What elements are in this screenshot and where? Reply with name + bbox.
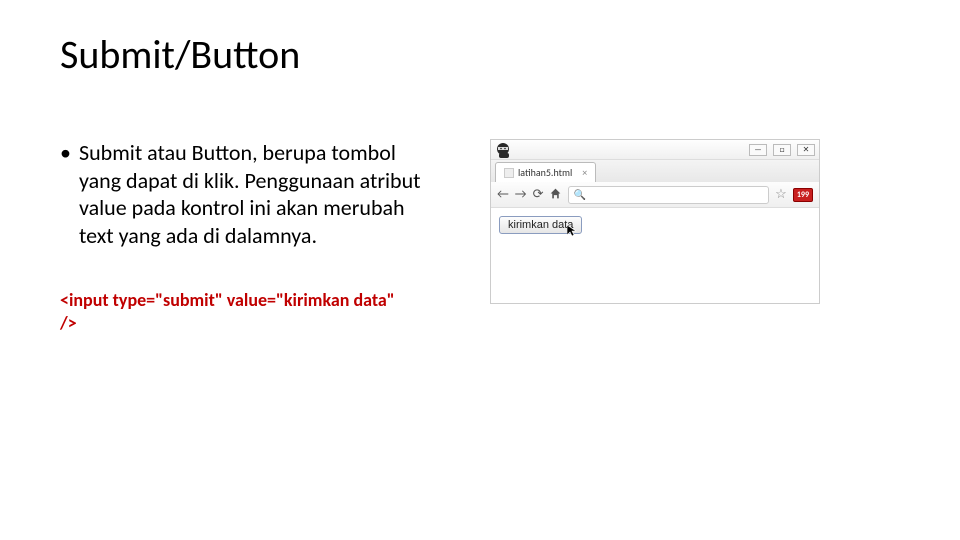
reload-icon[interactable]: ⟳ [533, 188, 544, 201]
bullet-dot-icon: • [60, 139, 71, 249]
close-button[interactable]: ✕ [797, 144, 815, 156]
bookmark-icon[interactable]: ☆ [775, 187, 787, 202]
app-icon [495, 141, 515, 159]
tab-close-icon[interactable]: × [582, 166, 587, 179]
forward-icon[interactable]: → [515, 188, 527, 201]
submit-button[interactable]: kirimkan data [499, 216, 582, 234]
left-column: • Submit atau Button, berupa tombol yang… [60, 139, 440, 336]
code-line-1: <input type="submit" value="kirimkan dat… [60, 289, 440, 312]
home-icon[interactable] [549, 187, 562, 203]
browser-tab-row: latihan5.html × [491, 160, 819, 182]
favicon-icon [504, 168, 514, 178]
page-content: kirimkan data [491, 208, 819, 242]
back-icon[interactable]: ← [497, 188, 509, 201]
code-line-2: /> [60, 312, 440, 335]
browser-titlebar: — □ ✕ [491, 140, 819, 160]
address-bar[interactable]: 🔍 [568, 186, 769, 204]
browser-tab[interactable]: latihan5.html × [495, 162, 596, 182]
maximize-button[interactable]: □ [773, 144, 791, 156]
submit-button-label: kirimkan data [508, 219, 573, 231]
minimize-button[interactable]: — [749, 144, 767, 156]
right-column: — □ ✕ latihan5.html × ← → ⟳ [490, 139, 820, 336]
slide-title: Submit/Button [60, 30, 900, 79]
bullet-item: • Submit atau Button, berupa tombol yang… [60, 139, 440, 249]
extension-badge[interactable]: 199 [793, 188, 813, 202]
search-icon: 🔍 [573, 188, 585, 201]
bullet-text: Submit atau Button, berupa tombol yang d… [79, 139, 440, 249]
browser-toolbar: ← → ⟳ 🔍 ☆ 199 [491, 182, 819, 208]
browser-window: — □ ✕ latihan5.html × ← → ⟳ [490, 139, 820, 304]
tab-label: latihan5.html [518, 166, 572, 179]
